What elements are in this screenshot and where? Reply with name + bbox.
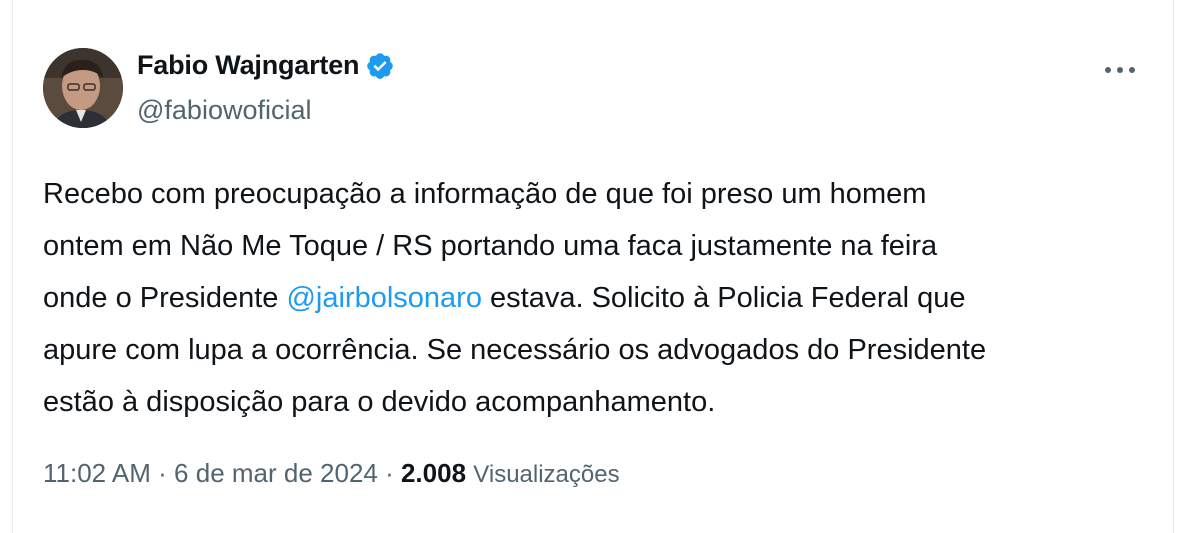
avatar[interactable] — [43, 48, 123, 128]
tweet-text-segment: onde o Presidente — [43, 282, 287, 314]
tweet-line: apure com lupa a ocorrência. Se necessár… — [43, 334, 987, 366]
tweet-card: Fabio Wajngarten @fabiowoficial Recebo c… — [12, 0, 1174, 533]
tweet-line: ontem em Não Me Toque / RS portando uma … — [43, 230, 938, 262]
more-options-icon[interactable] — [1105, 62, 1135, 78]
tweet-text-segment: estava. Solicito à Policia Federal que — [481, 282, 966, 314]
tweet-line: Recebo com preocupação a informação de q… — [43, 178, 927, 210]
views-label[interactable]: Visualizações — [473, 461, 619, 488]
tweet-date[interactable]: 6 de mar de 2024 — [174, 458, 378, 488]
tweet-time[interactable]: 11:02 AM — [43, 458, 151, 488]
tweet-line: estão à disposição para o devido acompan… — [43, 386, 716, 418]
avatar-image — [43, 48, 123, 128]
author-name-row: Fabio Wajngarten — [137, 50, 395, 81]
views-count: 2.008 — [400, 458, 467, 488]
tweet-meta: 11:02 AM · 6 de mar de 2024 · 2.008 Visu… — [43, 458, 620, 489]
verified-badge-icon — [367, 52, 394, 79]
tweet-text: Recebo com preocupação a informação de q… — [43, 168, 1143, 428]
meta-separator: · — [377, 458, 401, 488]
author-display-name[interactable]: Fabio Wajngarten — [137, 50, 360, 81]
mention-link[interactable]: @jairbolsonaro — [286, 282, 481, 314]
meta-separator: · — [150, 458, 175, 488]
author-handle[interactable]: @fabiowoficial — [137, 95, 312, 126]
tweet-line: onde o Presidente @jairbolsonaro estava.… — [43, 272, 1143, 324]
